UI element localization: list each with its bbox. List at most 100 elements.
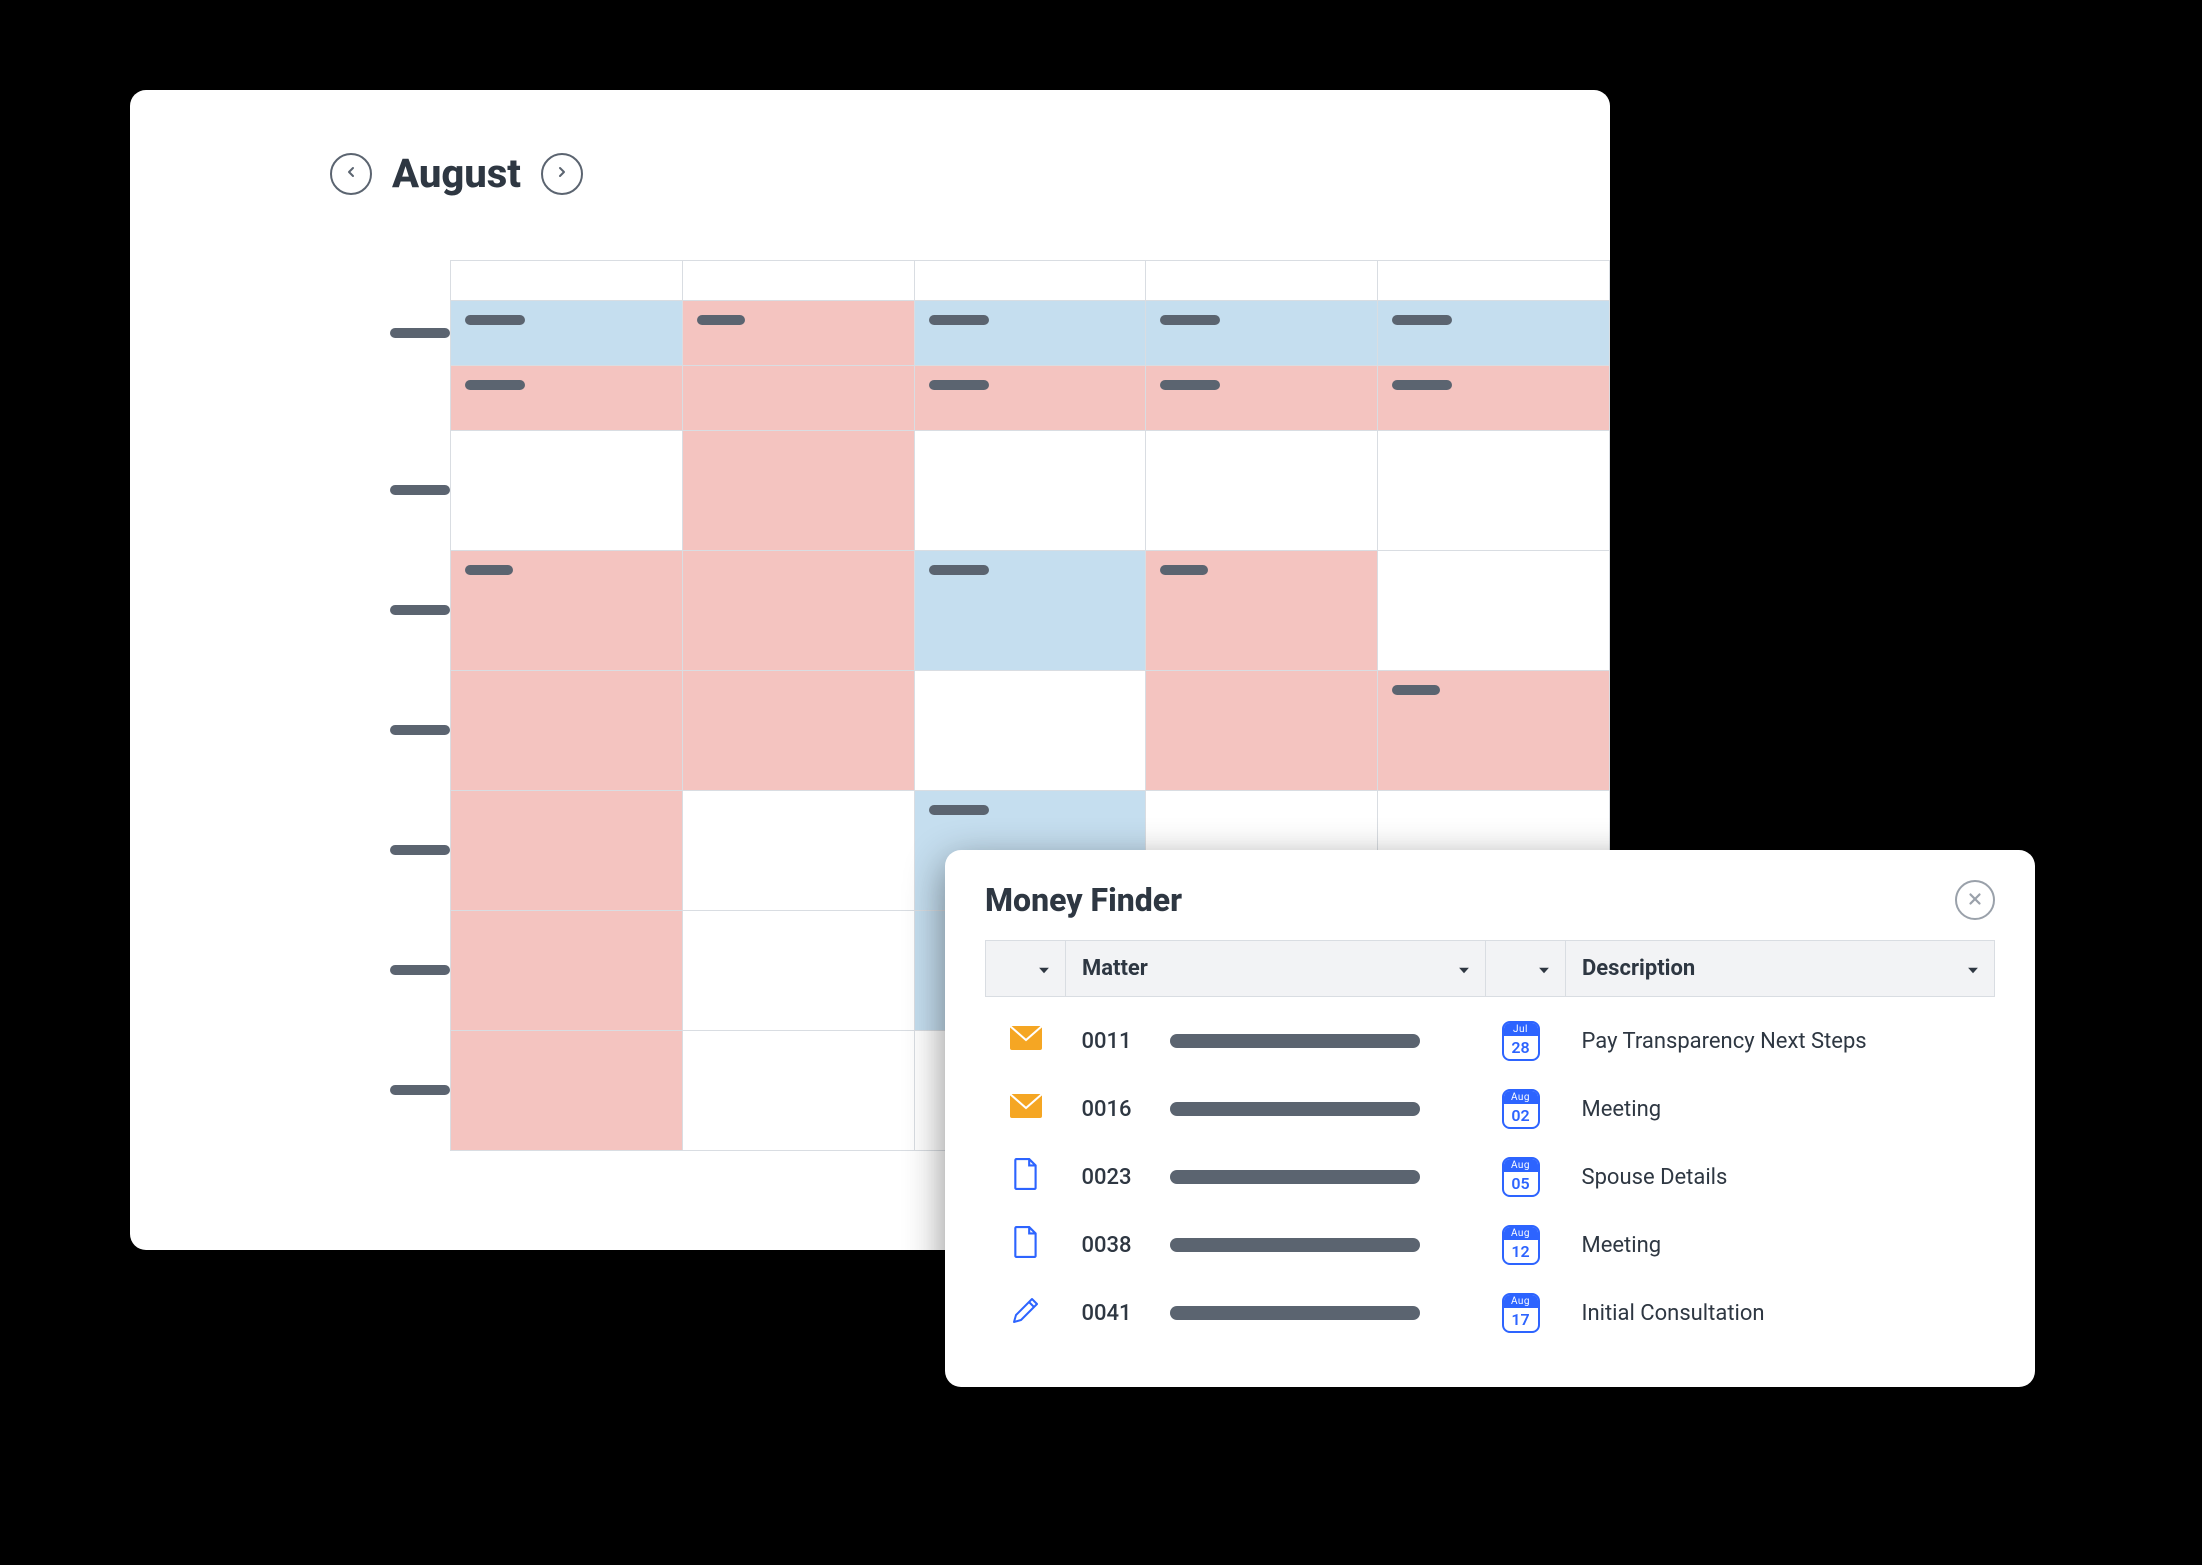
- calendar-cell[interactable]: [682, 261, 914, 301]
- calendar-cell[interactable]: [682, 1031, 914, 1151]
- calendar-event[interactable]: [682, 366, 914, 431]
- description-text: Initial Consultation: [1582, 1301, 1765, 1326]
- calendar-cell[interactable]: [451, 911, 683, 1031]
- caret-down-icon: [1037, 956, 1051, 981]
- calendar-cell[interactable]: [682, 551, 914, 671]
- column-header-matter[interactable]: Matter: [1066, 941, 1486, 997]
- calendar-event[interactable]: [1146, 366, 1378, 431]
- row-description-cell: Meeting: [1566, 1075, 1995, 1143]
- row-description-cell: Pay Transparency Next Steps: [1566, 997, 1995, 1076]
- row-matter-cell: 0038: [1066, 1211, 1486, 1279]
- description-text: Meeting: [1582, 1233, 1662, 1258]
- matter-id: 0011: [1082, 1029, 1152, 1054]
- calendar-cell[interactable]: [1146, 261, 1378, 301]
- matter-placeholder-bar: [1170, 1170, 1420, 1184]
- row-date-cell: Aug 12: [1486, 1211, 1566, 1279]
- calendar-event[interactable]: [451, 301, 683, 366]
- date-chip: Aug 17: [1502, 1293, 1540, 1333]
- calendar-event[interactable]: [914, 301, 1146, 366]
- calendar-event[interactable]: [682, 301, 914, 366]
- side-label: [390, 430, 450, 550]
- matter-placeholder-bar: [1170, 1238, 1420, 1252]
- calendar-header: August: [130, 90, 1610, 227]
- side-label: [390, 300, 450, 365]
- document-icon: [1010, 1158, 1042, 1190]
- calendar-cell[interactable]: [1146, 671, 1378, 791]
- table-row[interactable]: 0041 Aug 17 Initial Consultation: [986, 1279, 1995, 1347]
- row-matter-cell: 0023: [1066, 1143, 1486, 1211]
- calendar-cell[interactable]: [914, 431, 1146, 551]
- caret-down-icon: [1966, 956, 1980, 981]
- column-header-label: Description: [1582, 956, 1695, 981]
- row-type-cell: [986, 1211, 1066, 1279]
- calendar-cell[interactable]: [1378, 431, 1610, 551]
- calendar-event[interactable]: [1378, 366, 1610, 431]
- column-header-description[interactable]: Description: [1566, 941, 1995, 997]
- date-month: Aug: [1504, 1159, 1538, 1172]
- date-month: Aug: [1504, 1091, 1538, 1104]
- matter-id: 0023: [1082, 1165, 1152, 1190]
- side-label: [390, 1030, 450, 1150]
- row-matter-cell: 0011: [1066, 997, 1486, 1076]
- calendar-cell[interactable]: [914, 671, 1146, 791]
- pencil-icon: [1010, 1294, 1042, 1326]
- money-finder-panel: Money Finder Matter Description: [945, 850, 2035, 1387]
- date-day: 02: [1504, 1104, 1538, 1127]
- row-description-cell: Spouse Details: [1566, 1143, 1995, 1211]
- calendar-cell[interactable]: [451, 551, 683, 671]
- column-header-type[interactable]: [986, 941, 1066, 997]
- chevron-right-icon: [554, 164, 570, 183]
- matter-placeholder-bar: [1170, 1034, 1420, 1048]
- calendar-cell[interactable]: [1146, 551, 1378, 671]
- matter-placeholder-bar: [1170, 1102, 1420, 1116]
- calendar-cell[interactable]: [1146, 431, 1378, 551]
- calendar-side-labels: [390, 260, 450, 1150]
- date-day: 05: [1504, 1172, 1538, 1195]
- table-row[interactable]: 0016 Aug 02 Meeting: [986, 1075, 1995, 1143]
- calendar-cell[interactable]: [451, 1031, 683, 1151]
- date-month: Aug: [1504, 1227, 1538, 1240]
- row-matter-cell: 0016: [1066, 1075, 1486, 1143]
- row-date-cell: Aug 05: [1486, 1143, 1566, 1211]
- calendar-cell[interactable]: [451, 431, 683, 551]
- calendar-cell[interactable]: [682, 431, 914, 551]
- calendar-cell[interactable]: [1378, 261, 1610, 301]
- calendar-cell[interactable]: [682, 671, 914, 791]
- money-finder-close-button[interactable]: [1955, 880, 1995, 920]
- calendar-cell[interactable]: [1378, 671, 1610, 791]
- calendar-cell[interactable]: [451, 671, 683, 791]
- calendar-cell[interactable]: [914, 551, 1146, 671]
- chevron-left-icon: [343, 164, 359, 183]
- column-header-date[interactable]: [1486, 941, 1566, 997]
- column-header-label: Matter: [1082, 956, 1148, 981]
- calendar-cell[interactable]: [451, 261, 683, 301]
- calendar-cell[interactable]: [682, 791, 914, 911]
- row-type-cell: [986, 997, 1066, 1076]
- date-day: 28: [1504, 1036, 1538, 1059]
- calendar-cell[interactable]: [451, 791, 683, 911]
- calendar-next-button[interactable]: [541, 153, 583, 195]
- money-finder-title: Money Finder: [985, 881, 1182, 919]
- calendar-cell[interactable]: [1378, 551, 1610, 671]
- calendar-event[interactable]: [451, 366, 683, 431]
- row-type-cell: [986, 1075, 1066, 1143]
- matter-id: 0038: [1082, 1233, 1152, 1258]
- side-label: [390, 550, 450, 670]
- table-row[interactable]: 0023 Aug 05 Spouse Details: [986, 1143, 1995, 1211]
- caret-down-icon: [1537, 956, 1551, 981]
- table-row[interactable]: 0038 Aug 12 Meeting: [986, 1211, 1995, 1279]
- calendar-event[interactable]: [1378, 301, 1610, 366]
- row-description-cell: Initial Consultation: [1566, 1279, 1995, 1347]
- calendar-prev-button[interactable]: [330, 153, 372, 195]
- description-text: Meeting: [1582, 1097, 1662, 1122]
- calendar-event[interactable]: [914, 366, 1146, 431]
- calendar-cell[interactable]: [682, 911, 914, 1031]
- calendar-event[interactable]: [1146, 301, 1378, 366]
- calendar-month-title: August: [392, 150, 521, 197]
- date-chip: Jul 28: [1502, 1021, 1540, 1061]
- calendar-cell[interactable]: [914, 261, 1146, 301]
- document-icon: [1010, 1226, 1042, 1258]
- matter-id: 0041: [1082, 1301, 1152, 1326]
- matter-id: 0016: [1082, 1097, 1152, 1122]
- table-row[interactable]: 0011 Jul 28 Pay Transparency Next Steps: [986, 997, 1995, 1076]
